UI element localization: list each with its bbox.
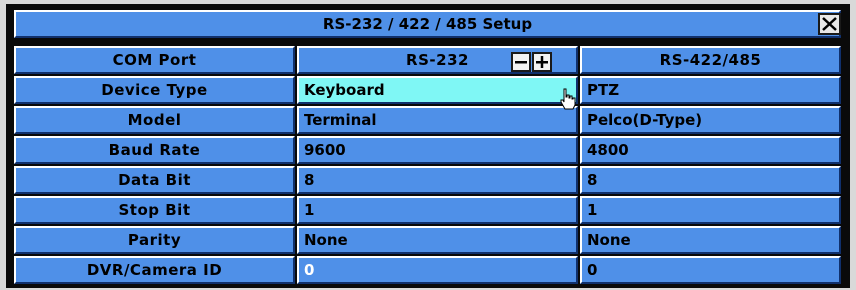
decrement-button[interactable]: [511, 52, 531, 72]
hand-pointer-icon: [560, 88, 576, 110]
parity-rs232-field[interactable]: None: [297, 226, 578, 254]
increment-button[interactable]: [532, 52, 552, 72]
dialog-title: RS-232 / 422 / 485 Setup: [14, 10, 841, 38]
label-baud-rate: Baud Rate: [14, 136, 295, 164]
data-bit-rs232-field[interactable]: 8: [297, 166, 578, 194]
model-rs232-field[interactable]: Terminal: [297, 106, 578, 134]
plus-icon: [536, 56, 548, 68]
header-rs422-485: RS-422/485: [580, 46, 841, 74]
label-stop-bit: Stop Bit: [14, 196, 295, 224]
close-icon: [822, 17, 837, 31]
label-parity: Parity: [14, 226, 295, 254]
close-button[interactable]: [818, 13, 841, 35]
stop-bit-rs232-field[interactable]: 1: [297, 196, 578, 224]
camera-id-rs232-field[interactable]: 0: [297, 256, 578, 284]
baud-rate-rs232-field[interactable]: 9600: [297, 136, 578, 164]
minus-icon: [515, 61, 527, 64]
label-device-type: Device Type: [14, 76, 295, 104]
label-dvr-camera-id: DVR/Camera ID: [14, 256, 295, 284]
parity-rs422-field[interactable]: None: [580, 226, 841, 254]
label-data-bit: Data Bit: [14, 166, 295, 194]
model-rs422-field[interactable]: Pelco(D-Type): [580, 106, 841, 134]
camera-id-rs422-field[interactable]: 0: [580, 256, 841, 284]
stop-bit-rs422-field[interactable]: 1: [580, 196, 841, 224]
device-type-rs422-field[interactable]: PTZ: [580, 76, 841, 104]
label-model: Model: [14, 106, 295, 134]
device-type-rs232-field[interactable]: Keyboard: [297, 76, 578, 104]
header-com-port: COM Port: [14, 46, 295, 74]
data-bit-rs422-field[interactable]: 8: [580, 166, 841, 194]
baud-rate-rs422-field[interactable]: 4800: [580, 136, 841, 164]
